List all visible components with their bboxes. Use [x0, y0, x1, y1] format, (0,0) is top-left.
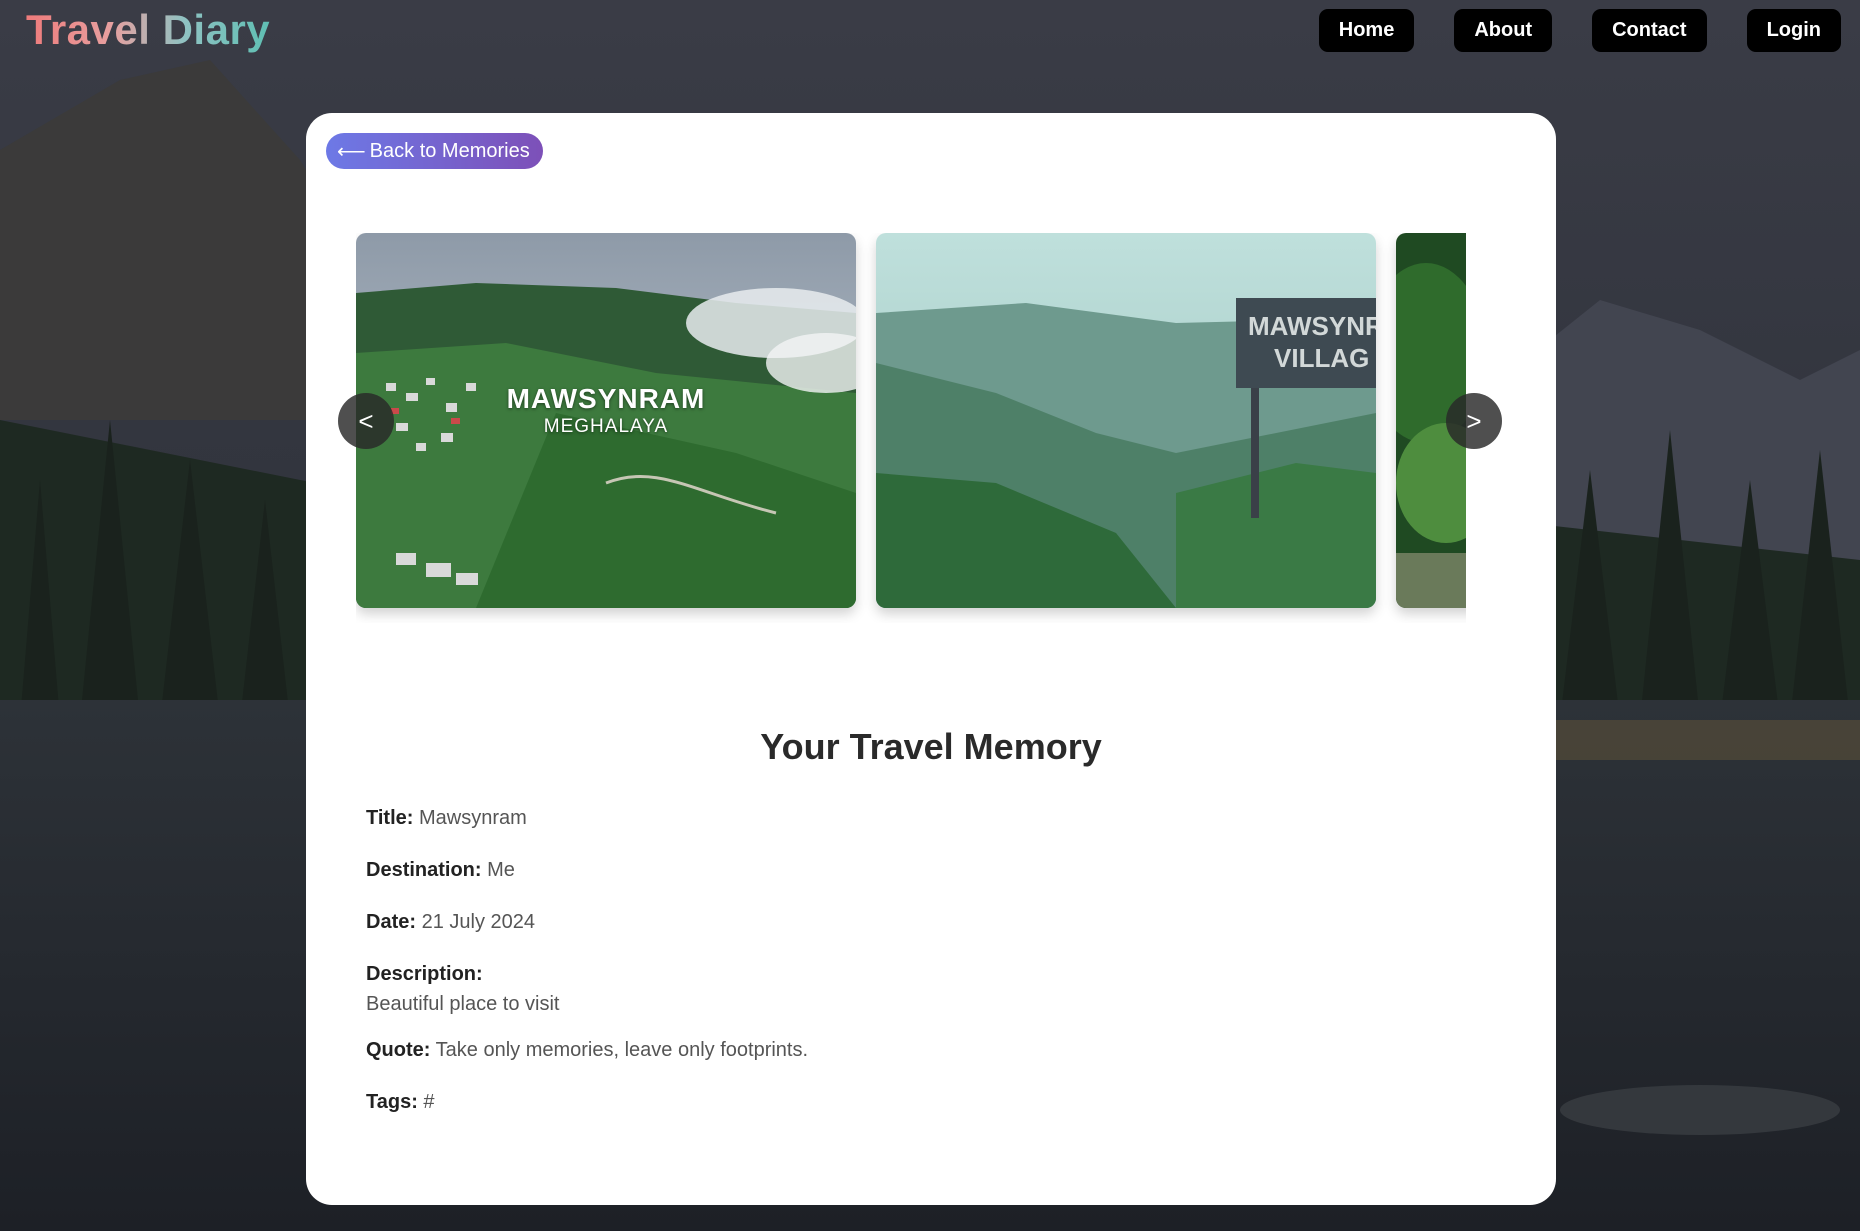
destination-value: Me — [487, 859, 515, 881]
memory-heading: Your Travel Memory — [760, 726, 1102, 767]
carousel-next-button[interactable]: > — [1446, 393, 1502, 449]
slide-2-image: MAWSYNRA VILLAG — [876, 233, 1376, 608]
back-button-label: Back to Memories — [369, 139, 530, 162]
slide-1-caption-main: MAWSYNRAM — [506, 383, 706, 414]
detail-title-row: Title: Mawsynram — [366, 806, 1466, 830]
description-label: Description: — [366, 963, 483, 985]
description-value: Beautiful place to visit — [366, 993, 560, 1015]
title-label: Title: — [366, 807, 414, 829]
arrow-left-icon: ⟵ — [337, 140, 366, 163]
detail-quote-row: Quote: Take only memories, leave only fo… — [366, 1038, 1466, 1062]
date-label: Date: — [366, 911, 417, 933]
title-value: Mawsynram — [418, 807, 527, 829]
carousel-slide-1[interactable]: MAWSYNRAM MEGHALAYA — [356, 233, 856, 608]
memory-card: ⟵ Back to Memories MAWSYNRAM MEGHALAYA M… — [306, 113, 1556, 1205]
image-carousel: MAWSYNRAM MEGHALAYA MAWSYNR VILLAG < > — [338, 233, 1502, 623]
slide-2-sign-text-1: MAWSYNRA — [1248, 311, 1376, 341]
top-nav: Home About Contact Login — [1318, 9, 1841, 52]
slide-2-sign-text-2: VILLAG — [1274, 343, 1369, 373]
tags-value: # — [423, 1091, 435, 1113]
nav-contact-button[interactable]: Contact — [1592, 9, 1707, 52]
carousel-prev-button[interactable]: < — [338, 393, 394, 449]
carousel-track: MAWSYNRAM MEGHALAYA MAWSYNR VILLAG — [356, 233, 1466, 623]
memory-details: Title: Mawsynram Destination: Me Date: 2… — [366, 806, 1466, 1142]
tags-label: Tags: — [366, 1091, 418, 1113]
detail-tags-row: Tags: # — [366, 1090, 1466, 1114]
detail-date-row: Date: 21 July 2024 — [366, 910, 1466, 934]
quote-value: Take only memories, leave only footprint… — [435, 1039, 809, 1061]
nav-about-button[interactable]: About — [1454, 9, 1553, 52]
nav-home-button[interactable]: Home — [1318, 9, 1415, 52]
slide-1-caption: MAWSYNRAM MEGHALAYA — [356, 383, 856, 438]
quote-label: Quote: — [366, 1039, 431, 1061]
detail-destination-row: Destination: Me — [366, 858, 1466, 882]
slide-1-caption-sub: MEGHALAYA — [543, 416, 669, 437]
back-to-memories-button[interactable]: ⟵ Back to Memories — [326, 133, 543, 169]
site-logo[interactable]: Travel Diary — [26, 6, 270, 54]
detail-description-row: Description: Beautiful place to visit — [366, 962, 1466, 1016]
carousel-slide-2[interactable]: MAWSYNRA VILLAG — [876, 233, 1376, 608]
date-value: 21 July 2024 — [421, 911, 535, 933]
nav-login-button[interactable]: Login — [1746, 9, 1841, 52]
destination-label: Destination: — [366, 859, 482, 881]
